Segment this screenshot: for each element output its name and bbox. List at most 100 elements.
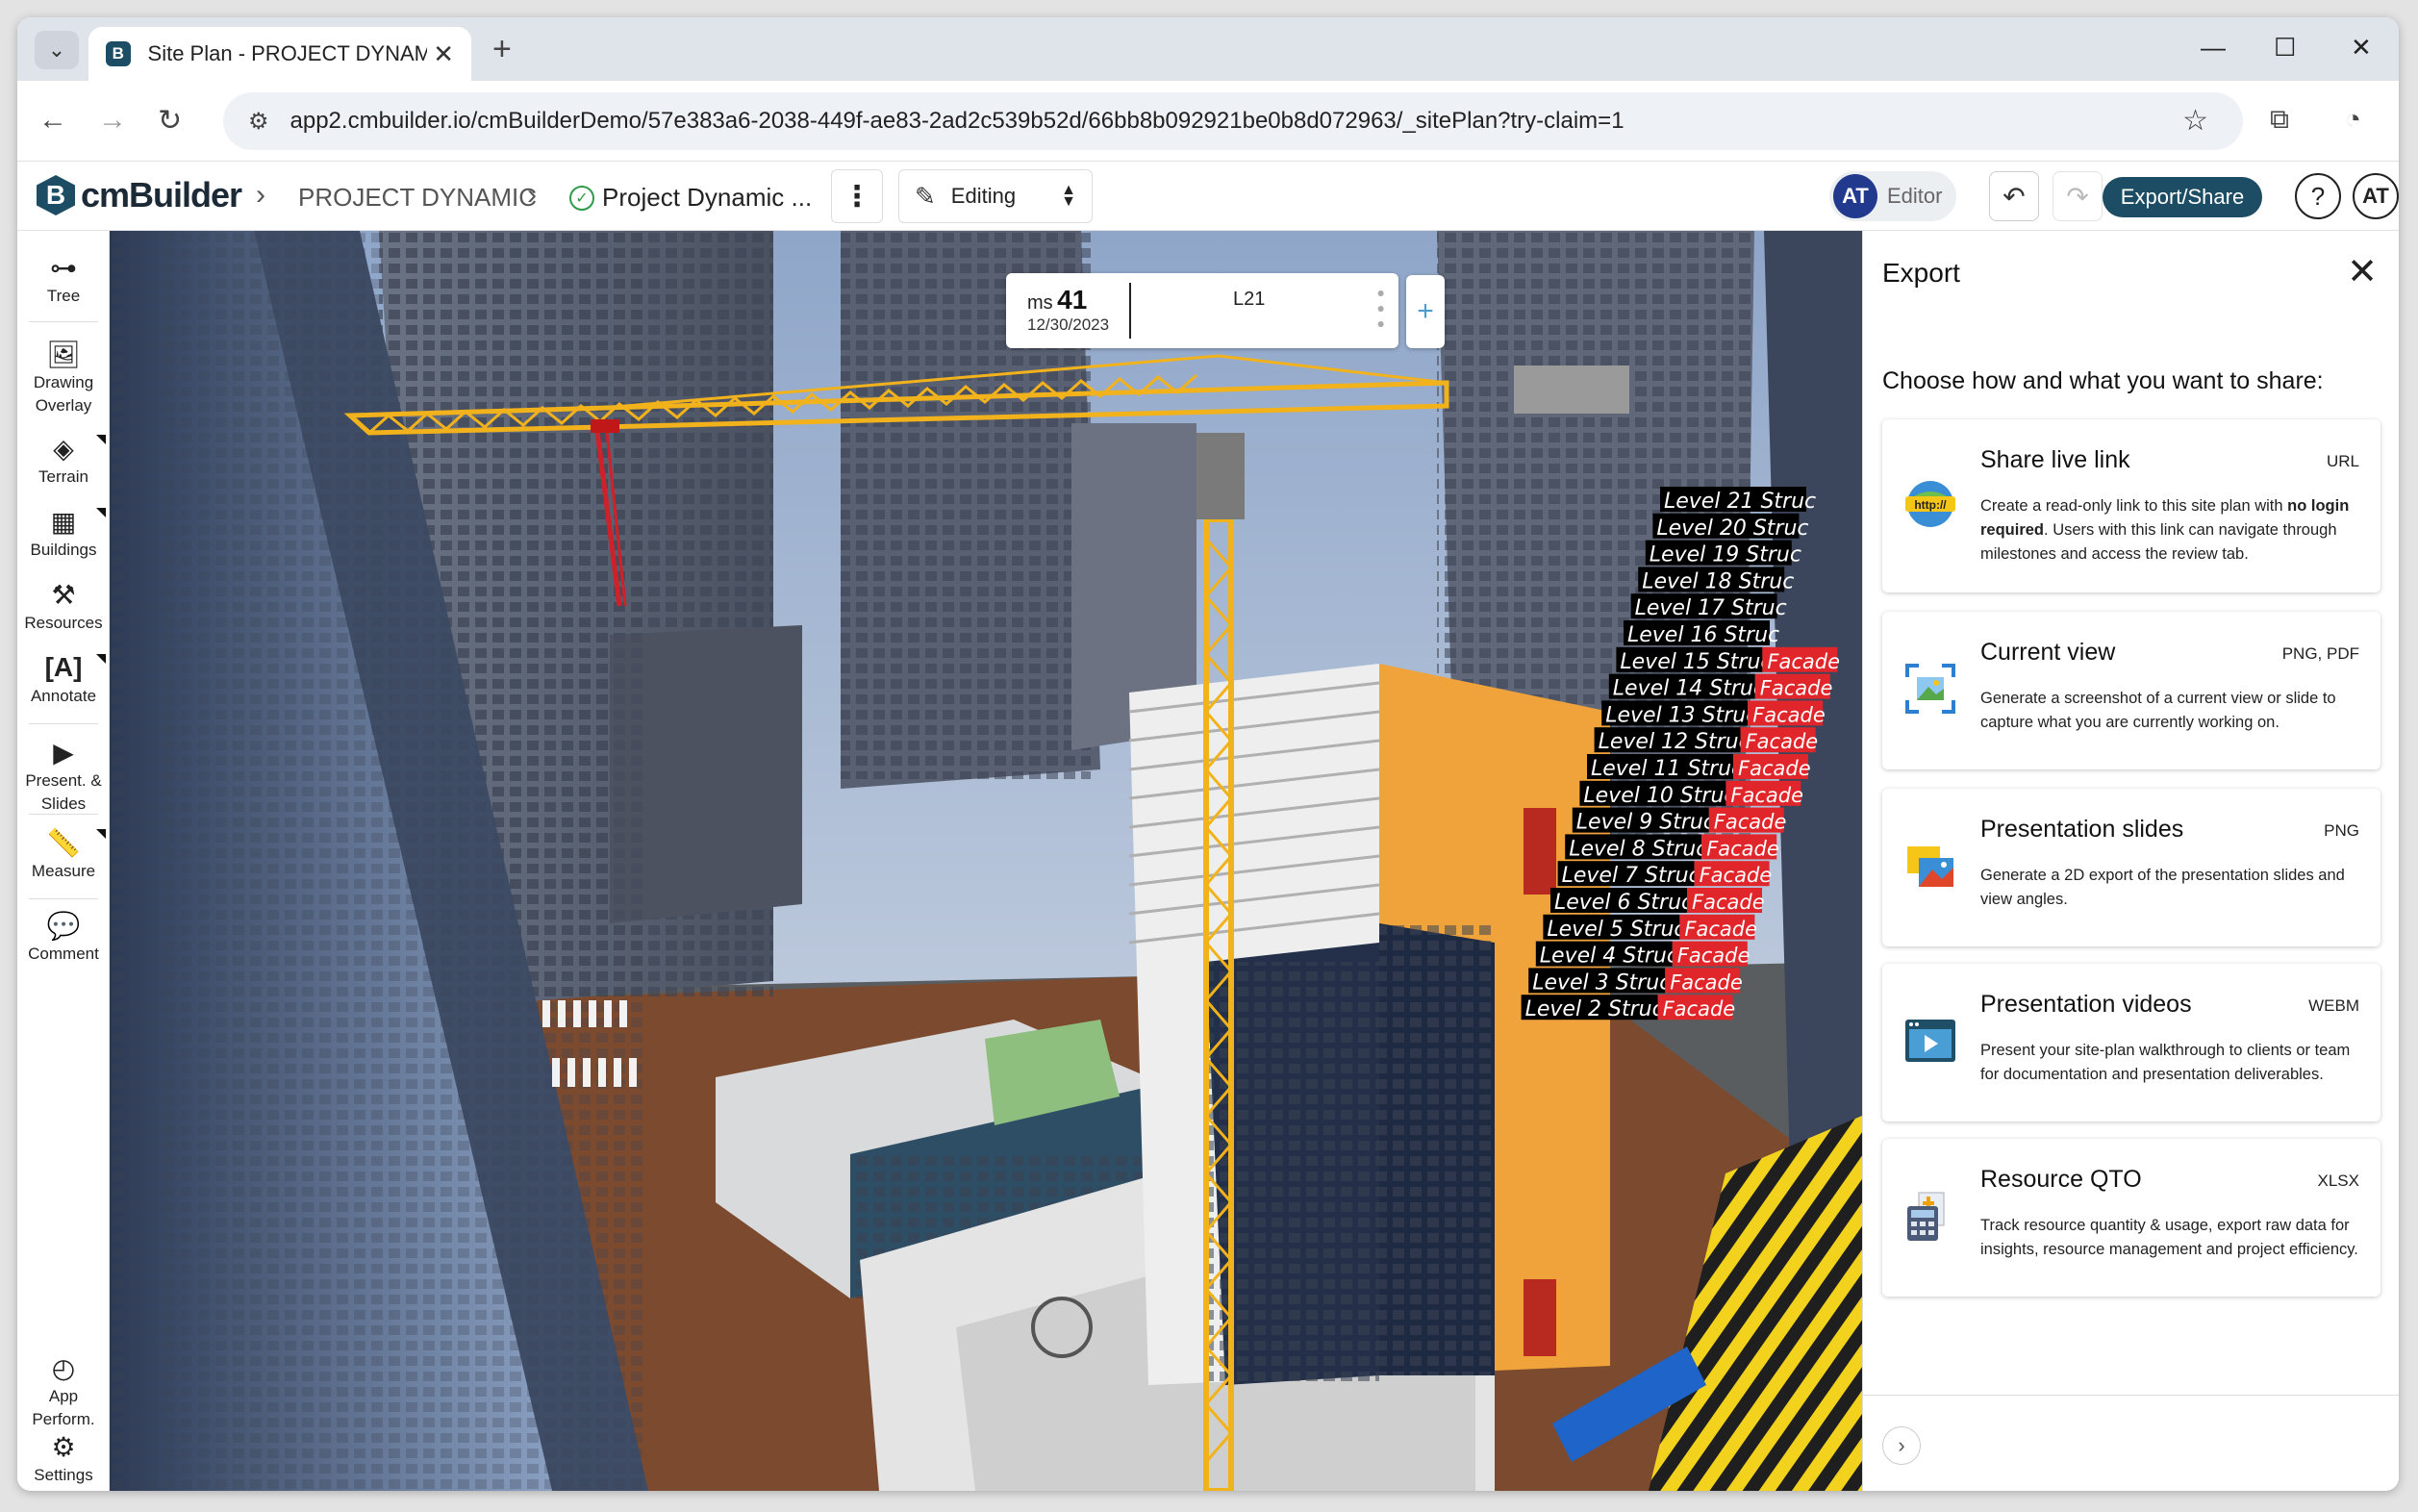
tool-label: Measure: [31, 862, 96, 880]
http-icon-label: http://: [1914, 498, 1947, 512]
tool-settings[interactable]: ⚙ Settings: [17, 1431, 110, 1487]
chevron-down-icon: ⌄: [47, 38, 66, 62]
add-milestone-button[interactable]: +: [1406, 275, 1445, 348]
export-option-resource-qto[interactable]: Resource QTO XLSX Track resource quantit…: [1882, 1139, 2380, 1297]
profile-button[interactable]: AT: [2353, 173, 2399, 219]
submenu-corner-icon: [96, 435, 106, 444]
chevron-right-icon: ›: [527, 179, 537, 211]
close-window-icon[interactable]: ✕: [2351, 33, 2372, 63]
panel-title: Export: [1882, 258, 1960, 288]
export-option-current-view[interactable]: Current view PNG, PDF Generate a screens…: [1882, 612, 2380, 769]
user-role-badge[interactable]: AT Editor: [1829, 171, 1956, 221]
option-description: Generate a 2D export of the presentation…: [1980, 867, 2345, 908]
expand-panel-button[interactable]: ›: [1882, 1426, 1921, 1465]
video-icon: [1905, 1020, 1955, 1062]
milestone-info: ms 41 12/30/2023: [1027, 285, 1109, 335]
export-option-presentation-slides[interactable]: Presentation slides PNG Generate a 2D ex…: [1882, 789, 2380, 946]
comment-icon: 💬: [46, 911, 81, 941]
saved-check-icon: ✓: [569, 185, 594, 211]
minimize-icon[interactable]: —: [2201, 33, 2226, 63]
browser-window: ⌄ B Site Plan - PROJECT DYNAMIC | ✕ + — …: [17, 17, 2399, 1491]
tool-buildings[interactable]: ▦ Buildings: [17, 506, 110, 562]
redo-button[interactable]: ↷: [2053, 171, 2103, 221]
extensions-icon[interactable]: ⧉: [2270, 104, 2289, 136]
tool-resources[interactable]: ⚒ Resources: [17, 579, 110, 635]
tool-measure[interactable]: 📏 Measure: [17, 827, 110, 883]
panel-footer: ›: [1863, 1395, 2399, 1491]
divider: [29, 723, 98, 724]
level-facade-label: Facade: [1692, 891, 1765, 914]
close-panel-icon[interactable]: ✕: [2347, 250, 2378, 293]
crane-trolley: [591, 419, 619, 433]
3d-viewport[interactable]: Level 21 Struc Level 20 Struc Level 19 Str…: [110, 231, 1862, 1491]
tool-label: Buildings: [30, 541, 97, 559]
tab-search-button[interactable]: ⌄: [35, 31, 79, 69]
chevron-right-icon: ›: [1898, 1433, 1905, 1457]
sort-arrows-icon: ▲ ▼: [1061, 182, 1076, 210]
level-struc-label: Level 5 Struc: [1547, 918, 1685, 942]
forward-icon[interactable]: →: [98, 104, 127, 137]
image-icon: 🖼: [46, 340, 81, 369]
tool-label: Tree: [46, 287, 81, 305]
cmbuilder-logo[interactable]: B cmBuilder: [37, 175, 242, 215]
hoist-cage: [1524, 1279, 1556, 1356]
tool-label-line2: Slides: [40, 794, 87, 813]
breadcrumb-site-plan-label: Project Dynamic ...: [602, 183, 813, 212]
level-struc-label: Level 9 Struc: [1576, 811, 1715, 835]
export-option-presentation-videos[interactable]: Presentation videos WEBM Present your si…: [1882, 964, 2380, 1121]
level-facade-label: Facade: [1670, 970, 1743, 994]
reload-icon[interactable]: ↻: [158, 104, 182, 138]
milestone-selector[interactable]: ms 41 12/30/2023 L21 ● ● ●: [1006, 273, 1398, 348]
maximize-icon[interactable]: ☐: [2274, 33, 2296, 63]
more-options-button[interactable]: ⋮: [831, 169, 883, 223]
drag-handle-icon[interactable]: ● ● ●: [1377, 285, 1385, 331]
bookmark-star-icon[interactable]: ☆: [2182, 104, 2208, 138]
level-struc-label: Level 11 Struc: [1591, 757, 1743, 781]
site-settings-icon[interactable]: ⚙: [248, 108, 269, 136]
tool-label: Drawing: [33, 373, 94, 391]
divider: [29, 814, 98, 815]
milestone-cursor[interactable]: [1129, 283, 1131, 339]
milestone-date: 12/30/2023: [1027, 315, 1110, 334]
tool-label: Comment: [28, 945, 99, 963]
divider: [29, 898, 98, 899]
logo-mark-icon: B: [37, 175, 75, 215]
breadcrumb-project[interactable]: PROJECT DYNAMIC: [298, 183, 537, 213]
back-icon[interactable]: ←: [38, 104, 67, 137]
tree-icon: ⊶: [50, 253, 77, 283]
undo-button[interactable]: ↶: [1989, 171, 2039, 221]
tool-drawing-overlay[interactable]: 🖼 Drawing Overlay: [17, 339, 110, 417]
tool-app-performance[interactable]: ◴ App Perform.: [17, 1352, 110, 1431]
tool-presentation-slides[interactable]: ▶ Present. & Slides: [17, 737, 110, 816]
browser-profile-icon[interactable]: ◔: [2345, 104, 2361, 135]
tool-tree[interactable]: ⊶ Tree: [17, 252, 110, 308]
level-struc-label: Level 18 Struc: [1642, 569, 1794, 593]
export-option-live-link[interactable]: http:// Share live link URL Create a rea…: [1882, 419, 2380, 592]
help-button[interactable]: ?: [2295, 173, 2341, 219]
browser-address-bar: ← → ↻ ⚙ app2.cmbuilder.io/cmBuilderDemo/…: [17, 81, 2399, 162]
breadcrumb-site-plan[interactable]: ✓ Project Dynamic ...: [569, 183, 812, 213]
tool-annotate[interactable]: [A] Annotate: [17, 652, 110, 708]
tool-label: Present. &: [25, 771, 102, 790]
level-struc-label: Level 21 Struc: [1664, 490, 1816, 514]
slides-icon: [1907, 846, 1953, 887]
new-tab-icon[interactable]: +: [492, 31, 512, 68]
close-tab-icon[interactable]: ✕: [433, 39, 454, 69]
export-panel: Export ✕ Choose how and what you want to…: [1862, 231, 2399, 1491]
tool-label-line2: Overlay: [35, 396, 92, 415]
export-share-button[interactable]: Export/Share: [2103, 177, 2262, 217]
redo-icon: ↷: [2066, 181, 2089, 212]
tool-comment[interactable]: 💬 Comment: [17, 910, 110, 966]
option-format: WEBM: [2308, 996, 2359, 1015]
url-field[interactable]: ⚙ app2.cmbuilder.io/cmBuilderDemo/57e383…: [223, 92, 2243, 150]
tool-terrain[interactable]: ◈ Terrain: [17, 433, 110, 489]
browser-tab[interactable]: B Site Plan - PROJECT DYNAMIC | ✕: [88, 27, 471, 81]
level-struc-label: Level 16 Struc: [1627, 623, 1779, 647]
crane-cab: [1196, 433, 1245, 519]
submenu-corner-icon: [96, 508, 106, 517]
tab-title: Site Plan - PROJECT DYNAMIC |: [147, 41, 428, 65]
level-facade-label: Facade: [1738, 757, 1811, 780]
mode-select[interactable]: ✎ Editing ▲ ▼: [898, 169, 1093, 223]
tool-label-line2: Perform.: [32, 1410, 95, 1428]
level-struc-label: Level 4 Struc: [1540, 945, 1678, 969]
